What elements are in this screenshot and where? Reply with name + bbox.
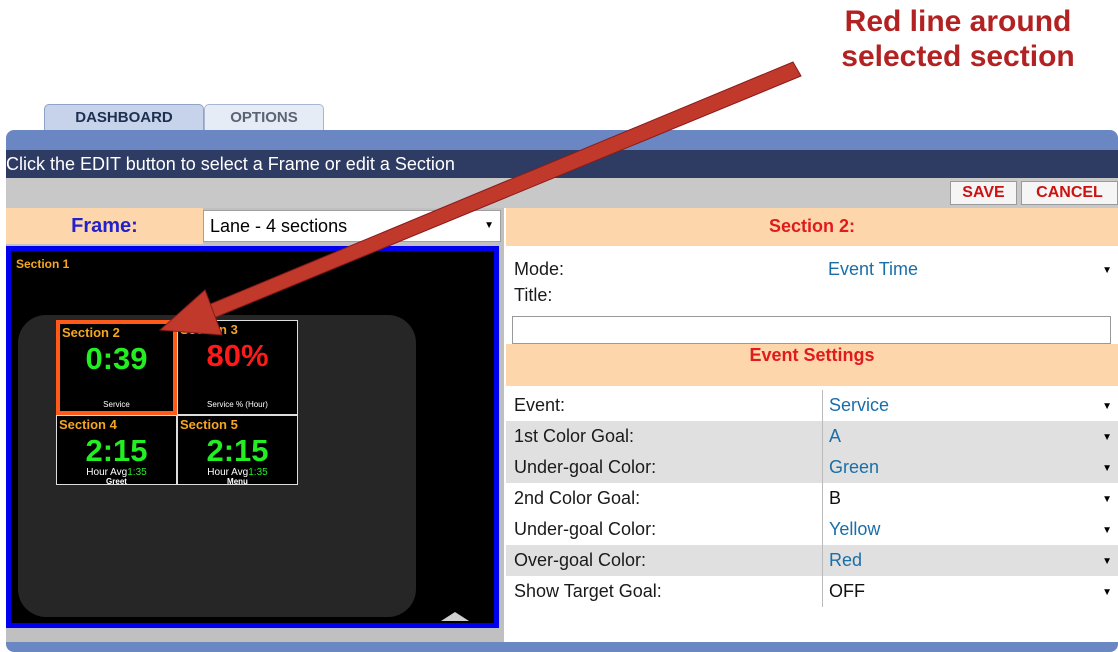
setting-row: 2nd Color Goal: B ▼ [506, 483, 1118, 514]
chevron-down-icon: ▼ [1102, 556, 1112, 567]
chevron-down-icon: ▼ [1102, 463, 1112, 474]
show-target-goal-select[interactable]: OFF ▼ [822, 576, 1118, 607]
chevron-down-icon: ▼ [1102, 432, 1112, 443]
section-5-cell[interactable]: Section 5 2:15 Hour Avg1:35 Menu [177, 415, 298, 486]
frame-select[interactable]: Lane - 4 sections ▼ [203, 210, 501, 242]
setting-label: 2nd Color Goal: [514, 488, 641, 508]
chevron-down-icon: ▼ [1102, 401, 1112, 412]
section-value: 80% [206, 338, 269, 373]
section-header: Section 2: [506, 208, 1118, 246]
panel-bottom-band [6, 642, 1118, 652]
section-name: Section 5 [180, 417, 238, 432]
setting-label: Event: [514, 395, 566, 415]
setting-row: 1st Color Goal: A ▼ [506, 421, 1118, 452]
setting-label: Over-goal Color: [514, 550, 647, 570]
setting-value: Red [829, 550, 863, 570]
section-caption: Service [103, 400, 130, 409]
setting-value: Service [829, 395, 890, 415]
save-button[interactable]: SAVE [950, 181, 1017, 205]
setting-value: OFF [829, 581, 865, 601]
section-3-cell[interactable]: Section 3 80% Service % (Hour) [177, 320, 298, 415]
tab-dashboard[interactable]: DASHBOARD [44, 104, 204, 130]
section-name: Section 4 [59, 417, 117, 432]
setting-value: Green [829, 457, 880, 477]
mode-select[interactable]: Event Time ▼ [822, 254, 1118, 285]
event-settings-header: Event Settings [506, 344, 1118, 386]
cancel-button[interactable]: CANCEL [1021, 181, 1118, 205]
tab-options[interactable]: OPTIONS [204, 104, 324, 130]
section-name: Section 3 [180, 322, 238, 337]
section-caption: Menu [227, 477, 248, 486]
section-value: 2:15 [85, 433, 148, 468]
setting-row: Event: Service ▼ [506, 390, 1118, 421]
setting-row: Show Target Goal: OFF ▼ [506, 576, 1118, 607]
chevron-down-icon: ▼ [484, 220, 494, 231]
frame-label: Frame: [6, 208, 203, 244]
panel-top-band [6, 130, 1118, 150]
section-1-label[interactable]: Section 1 [16, 257, 69, 271]
chevron-down-icon: ▼ [1102, 525, 1112, 536]
over-goal-color-select[interactable]: Red ▼ [822, 545, 1118, 576]
section-2-cell[interactable]: Section 2 0:39 Service [56, 320, 177, 415]
title-input[interactable] [512, 316, 1111, 344]
instruction-bar: Click the EDIT button to select a Frame … [6, 150, 1118, 178]
second-color-goal-select[interactable]: B ▼ [822, 483, 1118, 514]
setting-label: Under-goal Color: [514, 519, 657, 539]
setting-label: Show Target Goal: [514, 581, 662, 601]
section-value: 2:15 [206, 433, 269, 468]
setting-row: Under-goal Color: Yellow ▼ [506, 514, 1118, 545]
setting-label: 1st Color Goal: [514, 426, 635, 446]
setting-value: A [829, 426, 842, 446]
section-4-cell[interactable]: Section 4 2:15 Hour Avg1:35 Greet [56, 415, 177, 486]
setting-row: Under-goal Color: Green ▼ [506, 452, 1118, 483]
section-value: 0:39 [85, 341, 148, 376]
annotation-text: Red line around selected section [808, 4, 1108, 74]
chevron-down-icon: ▼ [1102, 587, 1112, 598]
annotation-line-2: selected section [841, 40, 1075, 73]
mode-select-value: Event Time [828, 259, 919, 279]
event-select[interactable]: Service ▼ [822, 390, 1118, 421]
section-caption: Greet [106, 477, 127, 486]
frame-select-value: Lane - 4 sections [210, 216, 348, 236]
setting-value: B [829, 488, 842, 508]
setting-row: Over-goal Color: Red ▼ [506, 545, 1118, 576]
under-goal-color-select-2[interactable]: Yellow ▼ [822, 514, 1118, 545]
under-goal-color-select-1[interactable]: Green ▼ [822, 452, 1118, 483]
mode-row: Mode: Event Time ▼ [506, 254, 1118, 285]
section-caption: Service % (Hour) [207, 400, 268, 409]
setting-value: Yellow [829, 519, 881, 539]
first-color-goal-select[interactable]: A ▼ [822, 421, 1118, 452]
setting-label: Under-goal Color: [514, 457, 657, 477]
scroll-up-arrow-icon[interactable] [441, 612, 469, 621]
annotation-line-1: Red line around [844, 5, 1072, 38]
section-name: Section 2 [62, 325, 120, 340]
chevron-down-icon: ▼ [1102, 265, 1112, 276]
chevron-down-icon: ▼ [1102, 494, 1112, 505]
title-label: Title: [514, 285, 553, 305]
